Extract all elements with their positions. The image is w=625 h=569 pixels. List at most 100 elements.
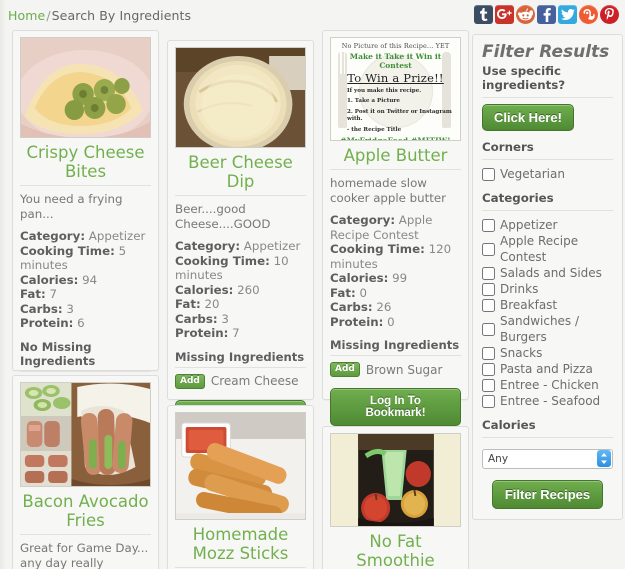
recipe-photo[interactable] (330, 433, 461, 527)
add-ingredient-button[interactable]: Add (330, 362, 360, 377)
protein-label: Protein: (330, 314, 384, 329)
missing-ingredients-header: Missing Ingredients (330, 338, 460, 352)
divider (482, 210, 613, 211)
carbs-label: Carbs: (20, 301, 63, 316)
recipe-description: Beer....good Cheese....GOOD (175, 202, 271, 231)
carbs-value: 26 (376, 300, 392, 314)
fat-label: Fat: (175, 297, 201, 311)
cooking-time-label: Cooking Time: (330, 242, 425, 256)
category-checkbox[interactable] (482, 362, 495, 376)
category-row[interactable]: Snacks (482, 345, 613, 361)
recipe-meta: Category: Apple Recipe Contest Cooking T… (330, 213, 461, 329)
breadcrumb-home-link[interactable]: Home (8, 8, 45, 23)
twitter-icon[interactable] (558, 5, 577, 24)
recipe-title[interactable]: Beer Cheese Dip (175, 153, 306, 191)
filter-recipes-button[interactable]: Filter Recipes (491, 480, 604, 509)
calories-value: 260 (237, 282, 260, 297)
category-label: Breakfast (500, 298, 558, 312)
cooking-time-label: Cooking Time: (175, 253, 270, 268)
category-row[interactable]: Pasta and Pizza (482, 361, 613, 377)
category-checkbox[interactable] (482, 346, 495, 360)
use-specific-ingredients-label: Use specific ingredients? (482, 64, 566, 92)
recipe-card[interactable]: No Fat Smoothie Almost any Fruit Works! … (322, 426, 469, 569)
beer-cheese-dip-photo (176, 48, 305, 147)
categories-header: Categories (482, 191, 554, 205)
recipe-card[interactable]: Homemade Mozz Sticks (167, 405, 314, 569)
reddit-icon[interactable] (516, 5, 535, 24)
missing-ingredient-item: Add Brown Sugar (330, 362, 461, 377)
tumblr-icon[interactable] (474, 5, 493, 24)
placeholder-line-8: #MyFridgeFood #MITIW! (335, 136, 456, 140)
category-row[interactable]: Entree - Seafood (482, 393, 613, 409)
category-checkbox[interactable] (482, 218, 495, 232)
recipe-title[interactable]: Crispy Cheese Bites (20, 143, 151, 181)
category-checkbox[interactable] (482, 322, 495, 336)
category-checkbox[interactable] (482, 378, 495, 392)
click-here-button[interactable]: Click Here! (482, 104, 574, 131)
no-fat-smoothie-photo (331, 434, 460, 526)
category-checkbox[interactable] (482, 394, 495, 408)
category-row[interactable]: Appetizer (482, 217, 613, 233)
category-checkbox[interactable] (482, 242, 495, 256)
calories-label: Calories: (175, 282, 234, 297)
page-root: Home/Search By Ingredients Crispy Cheese… (0, 0, 625, 569)
divider (20, 185, 151, 186)
divider (175, 195, 306, 196)
calories-select-wrapper: Any (482, 444, 613, 469)
add-ingredient-button[interactable]: Add (175, 373, 205, 389)
recipe-card[interactable]: No Picture of this Recipe... YET Make it… (322, 30, 469, 426)
carbs-label: Carbs: (175, 311, 218, 326)
category-label: Sandwiches / Burgers (500, 314, 580, 344)
calories-select[interactable]: Any (482, 449, 613, 469)
category-row[interactable]: Sandwiches / Burgers (482, 313, 613, 345)
recipe-title[interactable]: No Fat Smoothie (330, 532, 461, 569)
breadcrumb-current: Search By Ingredients (51, 8, 192, 23)
recipe-photo[interactable] (175, 47, 306, 148)
category-row[interactable]: Salads and Sides (482, 265, 613, 281)
recipe-title[interactable]: Bacon Avocado Fries (20, 492, 151, 530)
category-label: Drinks (500, 282, 539, 296)
fat-label: Fat: (330, 285, 356, 300)
divider (20, 370, 151, 372)
recipe-title[interactable]: Apple Butter (330, 146, 461, 165)
corner-row[interactable]: Vegetarian (482, 166, 613, 182)
category-row[interactable]: Drinks (482, 281, 613, 297)
category-row[interactable]: Apple Recipe Contest (482, 233, 613, 265)
category-checkbox[interactable] (482, 282, 495, 296)
no-missing-ingredients-label: No Missing Ingredients (20, 339, 96, 368)
placeholder-line-2: Make it Take it Win it Contest (349, 52, 442, 70)
recipe-title[interactable]: Homemade Mozz Sticks (175, 525, 306, 563)
category-label: Entree - Chicken (500, 378, 599, 392)
category-label: Category: (20, 229, 86, 243)
bacon-avocado-fries-photo (21, 383, 150, 486)
carbs-label: Carbs: (330, 300, 373, 314)
category-label: Category: (330, 213, 396, 227)
recipe-card[interactable]: Beer Cheese Dip Beer....good Cheese....G… (167, 40, 314, 438)
placeholder-line-7: - the Recipe Title (347, 126, 402, 133)
google-plus-icon[interactable] (495, 5, 514, 24)
recipe-photo[interactable] (20, 37, 151, 138)
divider (175, 366, 306, 368)
category-checkbox[interactable] (482, 266, 495, 280)
corner-checkbox[interactable] (482, 167, 495, 181)
bookmark-button[interactable]: Log In To Bookmark! (330, 388, 461, 426)
category-checkbox[interactable] (482, 298, 495, 312)
recipe-card[interactable]: Crispy Cheese Bites You need a frying pa… (12, 30, 159, 421)
stumbleupon-icon[interactable] (579, 5, 598, 24)
fat-value: 7 (49, 287, 57, 301)
category-row[interactable]: Breakfast (482, 297, 613, 313)
category-row[interactable]: Entree - Chicken (482, 377, 613, 393)
category-label: Pasta and Pizza (500, 362, 593, 376)
calories-value: 94 (82, 272, 98, 287)
recipe-photo-placeholder[interactable]: No Picture of this Recipe... YET Make it… (330, 37, 461, 141)
facebook-icon[interactable] (537, 5, 556, 24)
divider (482, 159, 613, 160)
divider (20, 534, 151, 535)
divider (330, 169, 461, 170)
breadcrumb: Home/Search By Ingredients (8, 8, 191, 23)
corner-label: Vegetarian (500, 167, 565, 181)
pinterest-icon[interactable] (600, 5, 619, 24)
recipe-photo[interactable] (175, 412, 306, 520)
recipe-card[interactable]: Bacon Avocado Fries Great for Game Day..… (12, 375, 159, 569)
recipe-photo[interactable] (20, 382, 151, 487)
